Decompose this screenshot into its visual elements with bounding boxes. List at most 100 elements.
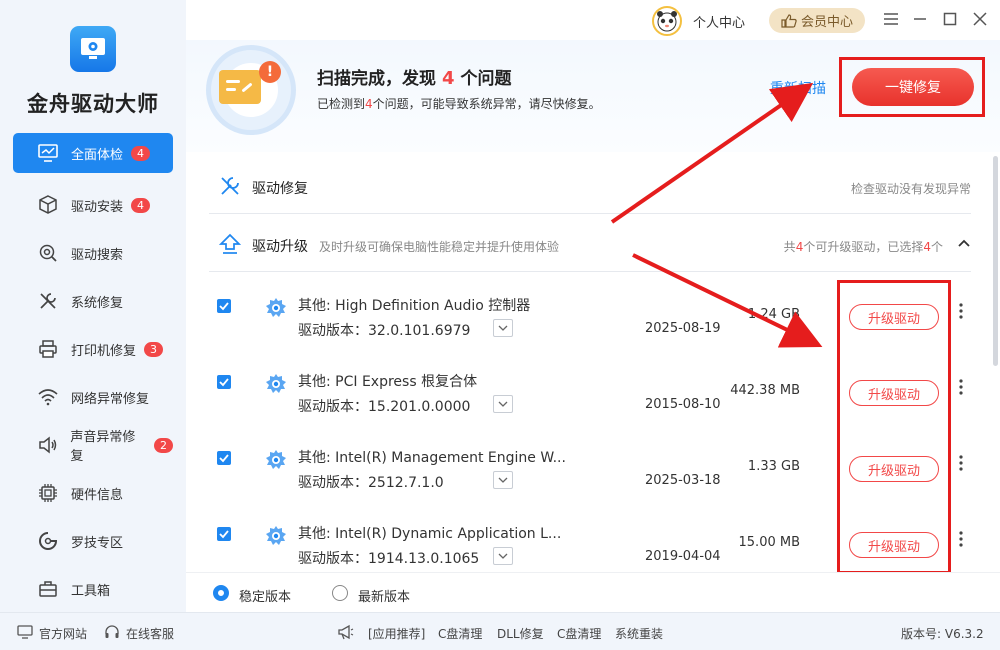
summary-text: 共: [783, 240, 796, 254]
stable-version-radio[interactable]: [213, 585, 229, 601]
sidebar-item-network-repair[interactable]: 网络异常修复: [13, 373, 173, 421]
driver-size: 442.38 MB: [730, 383, 800, 398]
issue-count: 4: [442, 68, 455, 89]
count-badge: 4: [131, 145, 151, 161]
gear-icon: [266, 374, 286, 393]
megaphone-icon: [338, 624, 354, 640]
stable-version-label[interactable]: 稳定版本: [239, 586, 291, 605]
sidebar-item-label: 网络异常修复: [71, 391, 150, 407]
driver-checkbox[interactable]: [217, 299, 231, 313]
minimize-icon[interactable]: [911, 10, 929, 28]
sidebar-item-printer-repair[interactable]: 打印机修复 3: [13, 325, 173, 373]
count-badge: 3: [144, 341, 164, 357]
sidebar-item-label: 工具箱: [71, 583, 111, 599]
gear-icon: [266, 298, 286, 317]
monitor-gear-icon: [81, 38, 105, 59]
chevron-up-icon[interactable]: [957, 236, 971, 250]
footer-link-system-reinstall[interactable]: 系统重装: [615, 625, 663, 642]
driver-upgrade-section[interactable]: 驱动升级 及时升级可确保电脑性能稳定并提升使用体验 共4个可升级驱动，已选择4个: [209, 216, 971, 272]
headset-icon: [105, 625, 119, 638]
personal-center-link[interactable]: 个人中心: [693, 12, 745, 31]
sidebar-item-label: 驱动安装: [71, 199, 124, 215]
scan-subtitle-suffix: 个问题，可能导致系统异常，请尽快修复。: [372, 97, 601, 111]
gear-icon: [266, 526, 286, 545]
fix-all-highlight-box: 一键修复: [839, 57, 985, 117]
version-choice-bar: 稳定版本 最新版本: [186, 572, 1000, 612]
printer-icon: [37, 338, 59, 360]
online-service-link[interactable]: 在线客服: [126, 625, 174, 642]
close-icon[interactable]: [971, 10, 989, 28]
app-name: 金舟驱动大师: [27, 92, 159, 116]
document-icon: [219, 70, 261, 104]
upload-icon: [219, 233, 241, 254]
driver-checkbox[interactable]: [217, 451, 231, 465]
latest-version-radio[interactable]: [332, 585, 348, 601]
sidebar-item-label: 打印机修复: [71, 343, 137, 359]
avatar[interactable]: [652, 6, 682, 36]
driver-name: 其他: Intel(R) Dynamic Application L...: [298, 526, 562, 542]
summary-text: 个: [930, 240, 943, 254]
official-site-link[interactable]: 官方网站: [39, 625, 87, 642]
chevron-down-icon: [498, 477, 508, 483]
search-gear-icon: [37, 242, 59, 264]
wrench-icon: [221, 177, 239, 195]
monitor-icon: [37, 142, 59, 164]
sidebar-item-hardware-info[interactable]: 硬件信息: [13, 469, 173, 517]
sidebar-item-driver-install[interactable]: 驱动安装 4: [13, 181, 173, 229]
version-dropdown[interactable]: [493, 547, 513, 565]
sidebar-item-driver-search[interactable]: 驱动搜索: [13, 229, 173, 277]
title-bar: 个人中心 会员中心: [186, 0, 1000, 40]
chevron-down-icon: [498, 401, 508, 407]
toolbox-icon: [37, 578, 59, 600]
count-badge: 4: [131, 197, 151, 213]
app-logo: [70, 26, 116, 72]
section-description: 及时升级可确保电脑性能稳定并提升使用体验: [319, 240, 560, 254]
version-dropdown[interactable]: [493, 471, 513, 489]
scan-subtitle: 已检测到4个问题，可能导致系统异常，请尽快修复。: [317, 95, 601, 112]
more-icon[interactable]: [958, 302, 964, 320]
maximize-icon[interactable]: [941, 10, 959, 28]
section-status: 检查驱动没有发现异常: [850, 182, 971, 196]
scan-result-header: ! 扫描完成，发现 4 个问题 已检测到4个问题，可能导致系统异常，请尽快修复。 重…: [186, 40, 1000, 152]
more-icon[interactable]: [958, 454, 964, 472]
scan-subtitle-prefix: 已检测到: [317, 97, 366, 111]
scan-title-prefix: 扫描完成，发现: [317, 69, 436, 89]
more-icon[interactable]: [958, 378, 964, 396]
sidebar-item-system-repair[interactable]: 系统修复: [13, 277, 173, 325]
footer-link-c-clean-2[interactable]: C盘清理: [557, 625, 601, 642]
footer-link-c-clean[interactable]: C盘清理: [438, 625, 482, 642]
chip-icon: [37, 482, 59, 504]
menu-icon[interactable]: [882, 10, 900, 28]
scrollbar[interactable]: [993, 156, 998, 366]
driver-checkbox[interactable]: [217, 527, 231, 541]
sidebar-item-full-check[interactable]: 全面体检 4: [13, 133, 173, 173]
footer-link-dll-repair[interactable]: DLL修复: [497, 625, 544, 642]
latest-version-label[interactable]: 最新版本: [358, 586, 410, 605]
count-badge: 2: [154, 437, 173, 453]
sidebar: 金舟驱动大师 全面体检 4 驱动安装 4 驱动搜索 系统修复 打印机修复 3 网…: [0, 0, 186, 612]
section-title: 驱动修复: [252, 181, 308, 197]
rescan-link[interactable]: 重新扫描: [770, 78, 826, 98]
fix-all-button[interactable]: 一键修复: [852, 68, 974, 106]
vip-center-button[interactable]: 会员中心: [769, 8, 865, 33]
driver-version: 驱动版本：1914.13.0.1065: [298, 551, 480, 567]
driver-checkbox[interactable]: [217, 375, 231, 389]
scan-subtitle-count: 4: [365, 97, 373, 111]
sidebar-item-logitech[interactable]: 罗技专区: [13, 517, 173, 565]
sidebar-item-sound-repair[interactable]: 声音异常修复 2: [13, 421, 173, 469]
driver-name: 其他: Intel(R) Management Engine W...: [298, 450, 566, 466]
driver-repair-section: 驱动修复 检查驱动没有发现异常: [209, 158, 971, 214]
alert-icon: !: [259, 61, 281, 83]
monitor-icon: [17, 625, 33, 639]
version-dropdown[interactable]: [493, 395, 513, 413]
driver-size: 1.24 GB: [747, 307, 800, 322]
driver-date: 2025-03-18: [645, 473, 721, 488]
chevron-down-icon: [498, 325, 508, 331]
more-icon[interactable]: [958, 530, 964, 548]
section-title: 驱动升级: [252, 239, 308, 255]
version-dropdown[interactable]: [493, 319, 513, 337]
sidebar-item-toolbox[interactable]: 工具箱: [13, 565, 173, 613]
scan-title-suffix: 个问题: [460, 69, 512, 89]
thumbs-up-icon: [781, 13, 797, 28]
footer: 官方网站 在线客服 [应用推荐] C盘清理 DLL修复 C盘清理 系统重装 版本…: [0, 612, 1000, 650]
